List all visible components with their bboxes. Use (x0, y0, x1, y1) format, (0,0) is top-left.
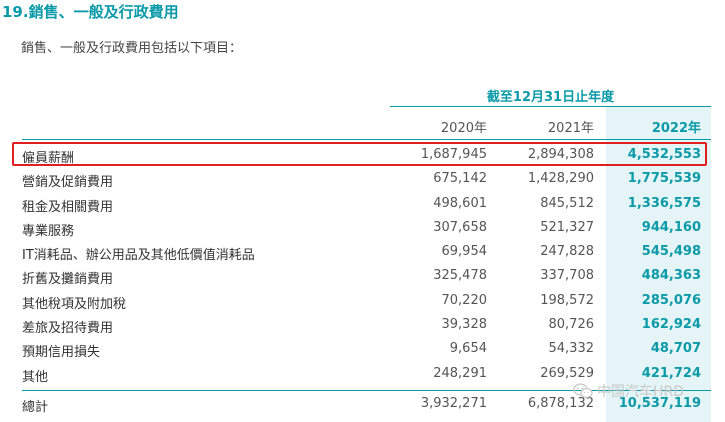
expense-table-body: 僱員薪酬 1,687,945 2,894,308 4,532,553 營銷及促銷… (0, 143, 725, 386)
column-header-2020: 2020年 (440, 121, 487, 136)
section-title: 19.銷售、一般及行政費用 (2, 3, 179, 21)
column-header-2022: 2022年 (651, 121, 701, 136)
cell-2020: 675,142 (433, 171, 487, 187)
cell-2021: 337,708 (540, 268, 594, 284)
cell-2020: 325,478 (433, 268, 487, 284)
table-row: 營銷及促銷費用 675,142 1,428,290 1,775,539 (0, 167, 725, 191)
cell-2020: 9,654 (449, 341, 487, 357)
row-label: 折舊及攤銷費用 (22, 272, 114, 288)
row-label: 租金及相關費用 (22, 199, 114, 215)
row-label: 差旅及招待費用 (22, 321, 114, 337)
row-label: 專業服務 (22, 223, 75, 239)
cell-2022: 162,924 (641, 317, 701, 333)
cell-2021: 54,332 (548, 341, 595, 357)
cell-2020: 498,601 (433, 195, 487, 211)
highlight-annotation-box (12, 142, 707, 166)
cell-2020: 39,328 (441, 317, 488, 333)
period-header: 截至12月31日止年度 (486, 90, 615, 105)
row-label: 其他 (22, 369, 49, 385)
cell-2020: 248,291 (433, 365, 487, 381)
wechat-icon (573, 383, 593, 399)
cell-2022: 48,707 (650, 341, 701, 357)
cell-2021: 269,529 (540, 365, 594, 381)
cell-2022: 545,498 (641, 244, 701, 260)
table-row: 折舊及攤銷費用 325,478 337,708 484,363 (0, 264, 725, 288)
section-subtitle: 銷售、一般及行政費用包括以下項目： (21, 41, 243, 56)
table-row: 其他稅項及附加稅 70,220 198,572 285,076 (0, 289, 725, 313)
cell-2022: 484,363 (641, 268, 701, 284)
row-label: 其他稅項及附加稅 (22, 296, 127, 312)
watermark-text: 中国汽车HRD (597, 384, 685, 400)
header-rule (22, 139, 711, 140)
table-row: IT消耗品、辦公用品及其他低價值消耗品 69,954 247,828 545,4… (0, 240, 725, 264)
table-row: 租金及相關費用 498,601 845,512 1,336,575 (0, 192, 725, 216)
cell-2021: 198,572 (540, 292, 594, 308)
row-label: IT消耗品、辦公用品及其他低價值消耗品 (22, 248, 255, 264)
total-2020: 3,932,271 (420, 396, 487, 411)
cell-2022: 285,076 (641, 292, 701, 308)
table-row: 預期信用損失 9,654 54,332 48,707 (0, 337, 725, 361)
total-label: 總計 (22, 400, 49, 415)
cell-2022: 1,775,539 (627, 171, 701, 187)
cell-2021: 1,428,290 (527, 171, 594, 187)
cell-2021: 80,726 (548, 317, 595, 333)
cell-2020: 307,658 (433, 219, 487, 235)
cell-2022: 1,336,575 (627, 195, 701, 211)
table-row: 專業服務 307,658 521,327 944,160 (0, 216, 725, 240)
table-row: 差旅及招待費用 39,328 80,726 162,924 (0, 313, 725, 337)
cell-2021: 247,828 (540, 244, 594, 260)
watermark: 中国汽车HRD (573, 380, 684, 402)
cell-2020: 70,220 (441, 292, 488, 308)
cell-2021: 521,327 (540, 219, 594, 235)
row-label: 營銷及促銷費用 (22, 175, 114, 191)
row-label: 預期信用損失 (22, 345, 101, 361)
cell-2022: 944,160 (641, 219, 701, 235)
cell-2020: 69,954 (441, 244, 488, 260)
cell-2021: 845,512 (540, 195, 594, 211)
period-rule (390, 106, 711, 107)
cell-2022: 421,724 (641, 365, 701, 381)
column-header-2021: 2021年 (547, 121, 594, 136)
